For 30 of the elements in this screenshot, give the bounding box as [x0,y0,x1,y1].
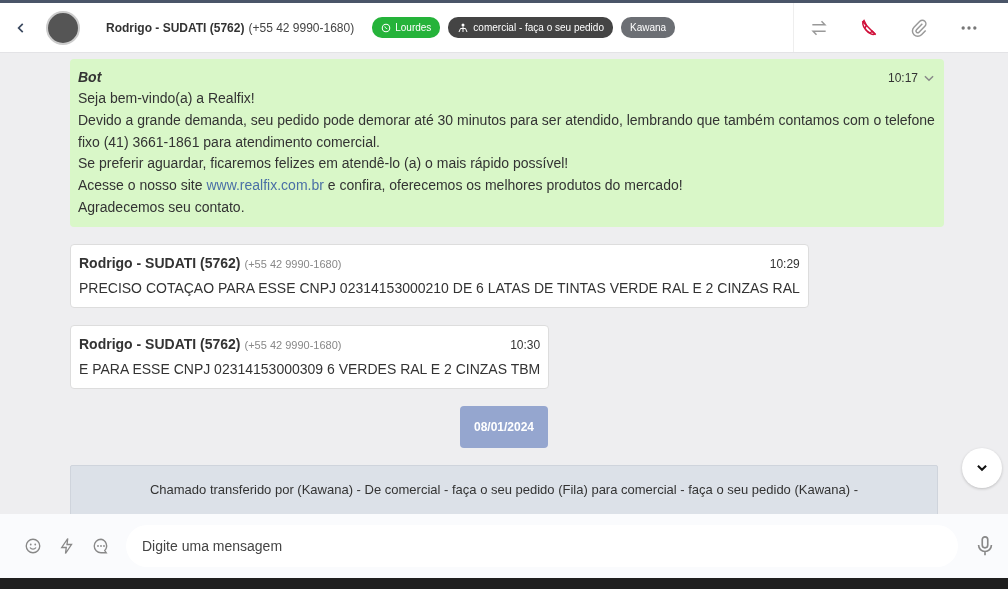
date-separator: 08/01/2024 [459,405,549,448]
message-time: 10:17 [887,69,918,87]
people-icon [457,21,470,34]
message-line: Agradecemos seu contato. [78,198,246,217]
message-text: E PARA ESSE CNPJ 02314153000309 6 VERDES RAL E 2 CINZAS TBM [79,359,541,379]
message-line: Devido a grande demanda, seu pedido pode demorar até 30 minutos para ser atendido, lembrando que também contamos com o telefone fixo (41) 3661-1861 para atendimento comercial. [78,110,936,152]
system-message: Chamado transferido por (Kawana) - De comercial - faça o seu pedido (Fila) para comercial - faça o seu pedido (Kawana) - [70,464,938,514]
sender-phone: (+55 42 9990-1680) [244,256,342,272]
phone-off-icon[interactable] [859,17,879,38]
message-time: 10:29 [768,255,800,273]
message-line: Acesse o nosso site www.realfix.com.br e confira, oferecemos os melhores produtos do mercado! [78,176,684,196]
contact-name: Rodrigo - SUDATI (5762) [106,19,245,37]
message-text: PRECISO COTAÇAO PARA ESSE CNPJ 02314153000210 DE 6 LATAS DE TINTAS VERDE RAL E 2 CINZAS RAL [79,278,800,298]
paperclip-icon[interactable] [909,17,929,38]
sender-phone: (+55 42 9990-1680) [244,337,342,353]
tag: Lourdes [372,17,441,38]
message-line: Se preferir aguardar, ficaremos felizes em atendê-lo (a) o mais rápido possível! [78,154,570,174]
emoji-icon[interactable] [24,537,42,555]
message-input[interactable]: Digite uma mensagem [126,525,958,567]
avatar-picture [46,10,80,45]
message-line: Seja bem-vindo(a) a Realfix! [78,89,256,108]
tag: comercial - faça o seu pedido [448,17,613,38]
chat-bubble-icon[interactable] [92,537,110,555]
tag: Kawana [620,17,676,38]
sender-name: Rodrigo - SUDATI (5762) [79,253,241,273]
message-time: 10:30 [509,336,541,354]
contact-phone: (+55 42 9990-1680) [248,19,355,37]
sender-name: Rodrigo - SUDATI (5762) [79,334,241,354]
website-link[interactable]: www.realfix.com.br [206,177,324,194]
sender-name: Bot [78,68,102,87]
